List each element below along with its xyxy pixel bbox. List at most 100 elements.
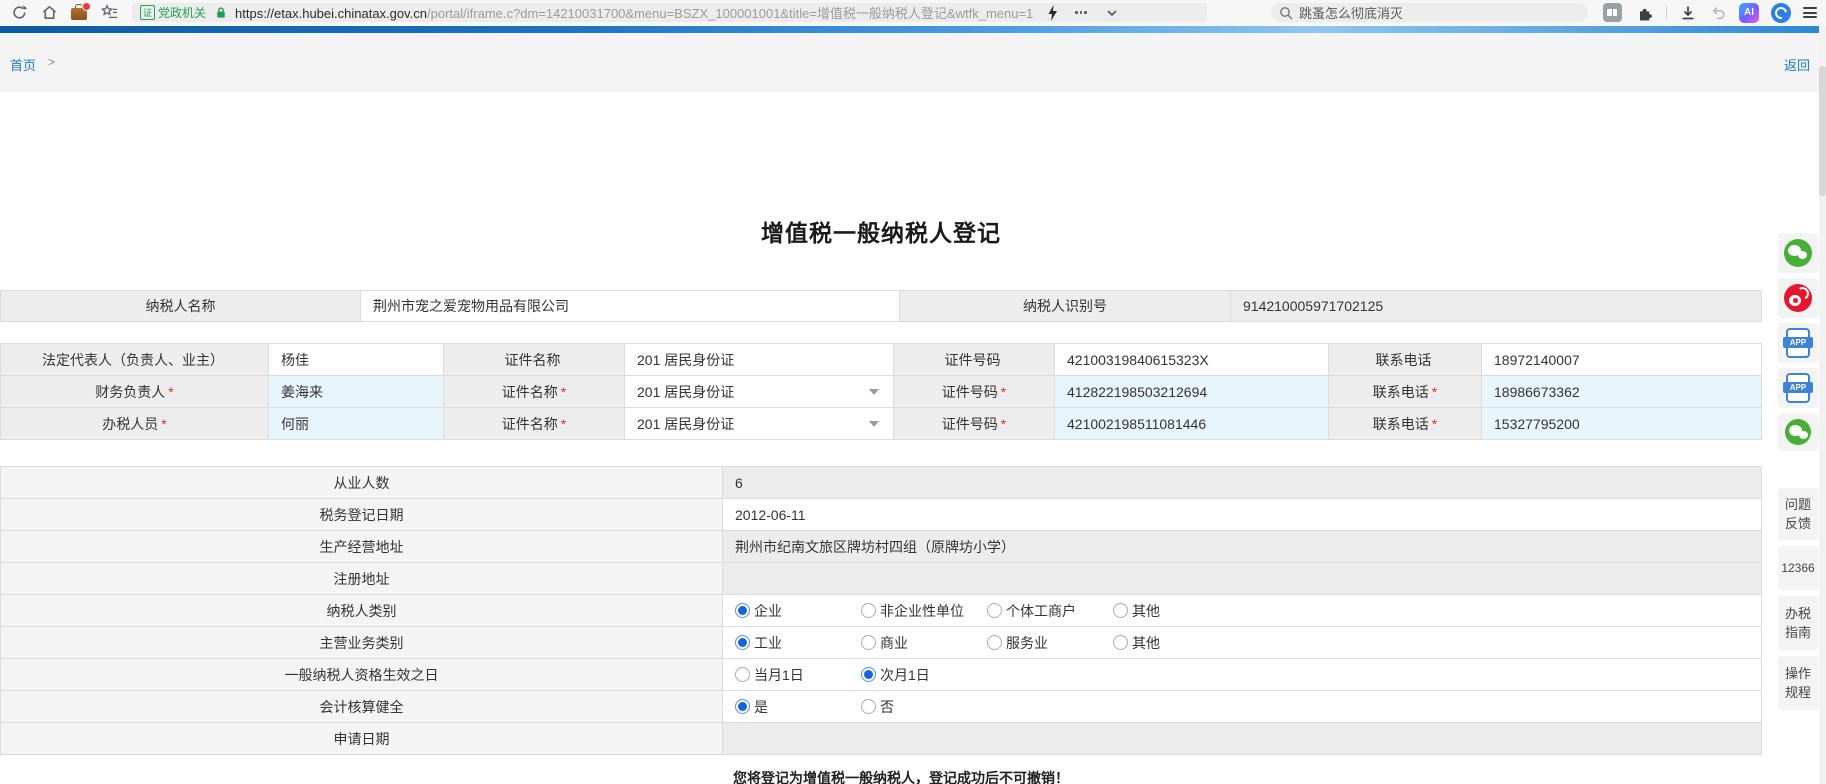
scrollbar-track[interactable] [1819,26,1826,784]
label-text: 证件号码 [942,382,998,402]
finance-officer-no-label: 证件号码* [894,376,1055,408]
scrollbar-thumb[interactable] [1819,66,1826,196]
radio-icon[interactable] [735,667,750,682]
radio-icon[interactable] [987,603,1002,618]
radio-option-enterprise[interactable]: 企业 [735,601,861,621]
dropdown-caret-icon[interactable] [869,421,879,427]
radio-label: 否 [880,697,894,717]
tax-clerk-cert-label: 证件名称* [444,408,625,440]
radio-icon[interactable] [735,635,750,650]
refresh-icon[interactable] [10,4,28,22]
finance-officer-cert-select[interactable]: 201 居民身份证 [625,376,894,408]
radio-label: 服务业 [1006,633,1048,653]
required-mark: * [1001,384,1006,400]
favorites-icon[interactable] [100,4,118,22]
legal-rep-tel-label: 联系电话 [1329,344,1482,376]
required-mark: * [1432,384,1437,400]
sidebar-wechat-button[interactable] [1778,233,1818,273]
sidebar-app-download-button-2[interactable]: APP [1778,368,1818,408]
radio-option-no[interactable]: 否 [861,697,987,717]
sidebar-app-download-button[interactable]: APP [1778,323,1818,363]
undo-icon[interactable] [1709,4,1727,22]
ai-assistant-icon[interactable]: AI [1739,3,1759,23]
accounting-sound-options: 是 否 [723,691,1762,723]
radio-label: 其他 [1132,601,1160,621]
details-table: 从业人数 6 税务登记日期 2012-06-11 生产经营地址 荆州市纪南文旅区… [0,466,1762,755]
app-label: APP [1783,382,1813,393]
label-text: 证件名称 [502,382,558,402]
more-options-icon[interactable] [1075,11,1087,14]
finance-officer-no-input[interactable]: 412822198503212694 [1055,376,1329,408]
chevron-down-icon[interactable] [1103,4,1121,22]
radio-icon[interactable] [861,667,876,682]
radio-option-service[interactable]: 服务业 [987,633,1113,653]
tax-clerk-name-input[interactable]: 何丽 [269,408,444,440]
radio-option-other[interactable]: 其他 [1113,633,1239,653]
back-link[interactable]: 返回 [1784,55,1810,74]
weibo-icon [1784,284,1812,312]
radio-label: 工业 [754,633,782,653]
wechat-icon [1785,419,1811,445]
label-text: 联系电话 [1373,414,1429,434]
radio-icon[interactable] [861,603,876,618]
main-business-label: 主营业务类别 [1,627,723,659]
radio-label: 个体工商户 [1006,601,1076,621]
radio-option-non-enterprise[interactable]: 非企业性单位 [861,601,987,621]
effective-date-label: 一般纳税人资格生效之日 [1,659,723,691]
menu-icon[interactable] [1803,7,1817,18]
radio-option-other[interactable]: 其他 [1113,601,1239,621]
tax-clerk-cert-select[interactable]: 201 居民身份证 [625,408,894,440]
radio-icon[interactable] [1113,635,1128,650]
extensions-icon[interactable] [1636,4,1654,22]
radio-label: 商业 [880,633,908,653]
label-text: 联系电话 [1373,382,1429,402]
taxpayer-type-options: 企业 非企业性单位 个体工商户 其他 [723,595,1762,627]
dropdown-caret-icon[interactable] [869,389,879,395]
radio-icon[interactable] [861,699,876,714]
main-business-options: 工业 商业 服务业 其他 [723,627,1762,659]
sidebar-guide-link[interactable]: 办税指南 [1778,596,1818,650]
radio-option-current-month[interactable]: 当月1日 [735,665,861,685]
search-box[interactable]: 跳蚤怎么彻底消灭 [1271,3,1588,22]
radio-icon[interactable] [735,603,750,618]
select-value: 201 居民身份证 [637,414,734,434]
sidebar-rules-link[interactable]: 操作规程 [1778,656,1818,710]
sidebar-feedback-link[interactable]: 问题反馈 [1778,488,1818,540]
breadcrumb-home-link[interactable]: 首页 [10,55,36,74]
address-bar[interactable]: 证 党政机关 https://etax.hubei.chinatax.gov.c… [132,3,1207,22]
lightning-icon[interactable] [1043,4,1061,22]
tax-clerk-no-label: 证件号码* [894,408,1055,440]
sidebar-wechat-mini-button[interactable] [1778,413,1818,451]
workspace-icon[interactable] [70,4,88,22]
radio-icon[interactable] [861,635,876,650]
radio-option-next-month[interactable]: 次月1日 [861,665,987,685]
browser-assistant-icon[interactable] [1771,3,1791,23]
radio-option-yes[interactable]: 是 [735,697,861,717]
registration-warning: 您将登记为增值税一般纳税人，登记成功后不可撤销！ [733,768,1069,784]
sidebar-hotline-link[interactable]: 12366 [1778,546,1818,590]
radio-label: 是 [754,697,768,717]
search-text: 跳蚤怎么彻底消灭 [1299,3,1403,22]
finance-officer-tel-input[interactable]: 18986673362 [1482,376,1762,408]
legal-rep-cert-value: 201 居民身份证 [625,344,894,376]
radio-icon[interactable] [987,635,1002,650]
effective-date-options: 当月1日 次月1日 [723,659,1762,691]
radio-icon[interactable] [735,699,750,714]
browser-window: 证 党政机关 https://etax.hubei.chinatax.gov.c… [0,0,1826,784]
radio-option-individual[interactable]: 个体工商户 [987,601,1113,621]
home-icon[interactable] [40,4,58,22]
site-cert-badge[interactable]: 证 党政机关 [140,4,206,21]
radio-option-industry[interactable]: 工业 [735,633,861,653]
sidebar-weibo-button[interactable] [1778,278,1818,318]
radio-icon[interactable] [1113,603,1128,618]
download-icon[interactable] [1679,4,1697,22]
select-value: 201 居民身份证 [637,382,734,402]
lock-icon[interactable] [214,4,228,22]
search-icon [1279,4,1293,22]
radio-option-commerce[interactable]: 商业 [861,633,987,653]
tax-clerk-no-input[interactable]: 421002198511081446 [1055,408,1329,440]
finance-officer-name-input[interactable]: 姜海来 [269,376,444,408]
tax-clerk-tel-input[interactable]: 15327795200 [1482,408,1762,440]
business-address-value: 荆州市纪南文旅区牌坊村四组（原牌坊小学） [723,531,1762,563]
reading-list-icon[interactable] [1602,4,1622,22]
